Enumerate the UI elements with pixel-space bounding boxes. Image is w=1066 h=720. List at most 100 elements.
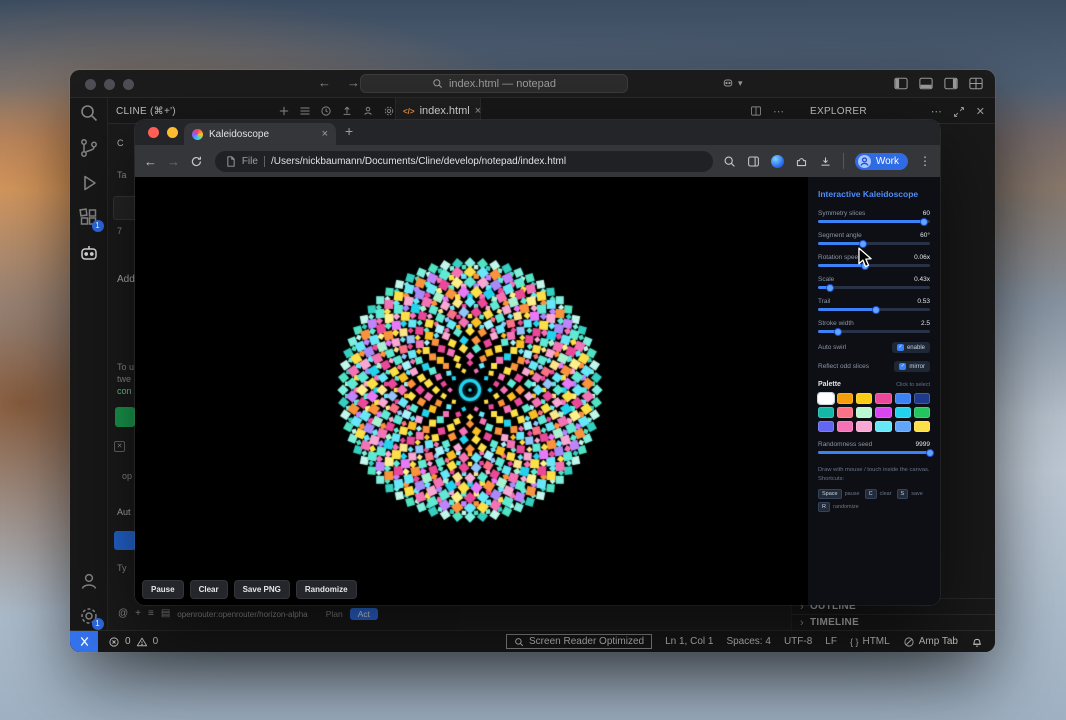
save-png-button[interactable]: Save PNG — [233, 580, 290, 599]
browser-menu-icon[interactable]: ⋮ — [919, 154, 931, 168]
slider-track[interactable] — [818, 327, 930, 336]
settings-gear-icon[interactable]: 1 — [78, 605, 104, 630]
palette-swatch[interactable] — [913, 407, 930, 418]
reload-icon[interactable] — [190, 155, 203, 168]
zoom-window-button[interactable] — [123, 79, 134, 90]
extension-icon[interactable] — [770, 154, 784, 168]
palette-swatch[interactable] — [856, 421, 873, 432]
palette-swatch[interactable] — [875, 421, 892, 432]
palette-swatch[interactable] — [837, 421, 854, 432]
act-toggle[interactable]: Act — [349, 608, 378, 620]
palette-swatch[interactable] — [894, 393, 911, 404]
sidebar-blue-button[interactable] — [114, 531, 136, 550]
timeline-section[interactable]: › TIMELINE — [792, 614, 995, 630]
slider-track[interactable] — [818, 283, 930, 292]
palette-swatch[interactable] — [856, 407, 873, 418]
slider-thumb[interactable] — [834, 327, 843, 336]
close-panel-icon[interactable]: ✕ — [976, 105, 985, 118]
palette-swatch[interactable] — [818, 421, 835, 432]
minimize-window-button[interactable] — [104, 79, 115, 90]
add-context-icon[interactable]: + — [135, 609, 141, 619]
slider-track[interactable] — [818, 261, 930, 270]
close-window-button[interactable] — [85, 79, 96, 90]
palette-swatch[interactable] — [818, 407, 835, 418]
sidebar-link-fragment[interactable]: con — [117, 386, 132, 396]
language-mode[interactable]: { } HTML — [850, 636, 890, 647]
vscode-window-controls[interactable] — [85, 79, 134, 90]
settings-small-icon[interactable] — [383, 105, 395, 117]
palette-swatch[interactable] — [816, 392, 836, 405]
downloads-icon[interactable] — [819, 155, 832, 168]
amp-tab-status[interactable]: Amp Tab — [903, 636, 958, 648]
explorer-more-icon[interactable]: ⋯ — [931, 105, 942, 118]
palette-swatch[interactable] — [913, 393, 930, 404]
slider-thumb[interactable] — [872, 305, 881, 314]
run-debug-icon[interactable] — [78, 172, 100, 194]
history-back-icon[interactable]: ← — [318, 75, 331, 90]
split-editor-icon[interactable] — [750, 105, 762, 117]
history-icon[interactable] — [320, 105, 332, 117]
profile-chip[interactable]: Work — [854, 152, 908, 170]
clear-button[interactable]: Clear — [189, 580, 228, 599]
sidebar-green-button[interactable] — [115, 407, 135, 427]
palette-swatch[interactable] — [837, 393, 854, 404]
pause-button[interactable]: Pause — [142, 580, 184, 599]
close-tab-icon[interactable]: × — [475, 105, 481, 117]
slider-thumb[interactable] — [826, 283, 835, 292]
toggle-panel-icon[interactable] — [919, 77, 933, 90]
plan-toggle[interactable]: Plan — [326, 609, 343, 619]
forward-icon[interactable]: → — [167, 154, 180, 169]
browser-tab[interactable]: Kaleidoscope × — [184, 123, 336, 145]
slider-track[interactable] — [818, 217, 930, 226]
search-activity-icon[interactable] — [78, 102, 100, 124]
palette-swatch[interactable] — [894, 407, 911, 418]
cursor-position[interactable]: Ln 1, Col 1 — [665, 636, 713, 647]
command-center-search[interactable]: index.html — notepad — [360, 74, 628, 93]
randomize-button[interactable]: Randomize — [295, 580, 357, 599]
checkbox-icon[interactable]: ✕ — [114, 441, 125, 452]
close-tab-icon[interactable]: × — [322, 128, 328, 140]
more-actions-icon[interactable]: ⋯ — [773, 105, 784, 118]
puzzle-extensions-icon[interactable] — [795, 155, 808, 168]
screen-reader-status[interactable]: Screen Reader Optimized — [506, 634, 653, 649]
toggle-secondary-sidebar-icon[interactable] — [944, 77, 958, 90]
address-bar[interactable]: File /Users/nickbaumann/Documents/Cline/… — [214, 150, 713, 172]
slider-track[interactable] — [818, 239, 930, 248]
cline-activity-icon[interactable] — [78, 242, 100, 264]
eol-indicator[interactable]: LF — [825, 636, 837, 647]
enable-chip[interactable]: ✓ enable — [891, 342, 930, 353]
palette-swatch[interactable] — [894, 421, 911, 432]
new-task-icon[interactable] — [278, 105, 290, 117]
extensions-icon[interactable]: 1 — [78, 207, 104, 232]
kaleidoscope-canvas[interactable] — [135, 177, 808, 605]
encoding[interactable]: UTF-8 — [784, 636, 812, 647]
customize-layout-icon[interactable] — [969, 77, 983, 90]
zoom-icon[interactable] — [723, 155, 736, 168]
mention-icon[interactable]: @ — [118, 609, 128, 619]
errors-count[interactable]: 0 — [125, 636, 131, 647]
palette-swatch[interactable] — [856, 393, 873, 404]
model-selector[interactable]: openrouter:openrouter/horizon-alpha — [177, 610, 307, 619]
expand-panel-icon[interactable] — [953, 106, 965, 118]
palette-swatch[interactable] — [875, 393, 892, 404]
slider-thumb[interactable] — [926, 448, 934, 457]
palette-swatch[interactable] — [913, 421, 930, 432]
source-control-icon[interactable] — [78, 137, 100, 159]
slider-track[interactable] — [818, 305, 930, 314]
indentation[interactable]: Spaces: 4 — [726, 636, 770, 647]
copilot-menu[interactable]: ▾ — [722, 77, 743, 89]
account-icon[interactable] — [78, 570, 100, 592]
toggle-sidebar-icon[interactable] — [894, 77, 908, 90]
task-list-icon[interactable] — [299, 105, 311, 117]
notifications-bell-icon[interactable] — [971, 636, 983, 648]
close-window-button[interactable] — [148, 127, 159, 138]
remote-indicator[interactable] — [70, 631, 98, 652]
back-icon[interactable]: ← — [144, 154, 157, 169]
export-icon[interactable] — [341, 105, 353, 117]
minimize-window-button[interactable] — [167, 127, 178, 138]
palette-swatch[interactable] — [837, 407, 854, 418]
new-tab-button[interactable]: + — [345, 123, 353, 139]
slider-track[interactable] — [818, 448, 934, 457]
mirror-chip[interactable]: ✓ mirror — [894, 361, 930, 372]
account-small-icon[interactable] — [362, 105, 374, 117]
